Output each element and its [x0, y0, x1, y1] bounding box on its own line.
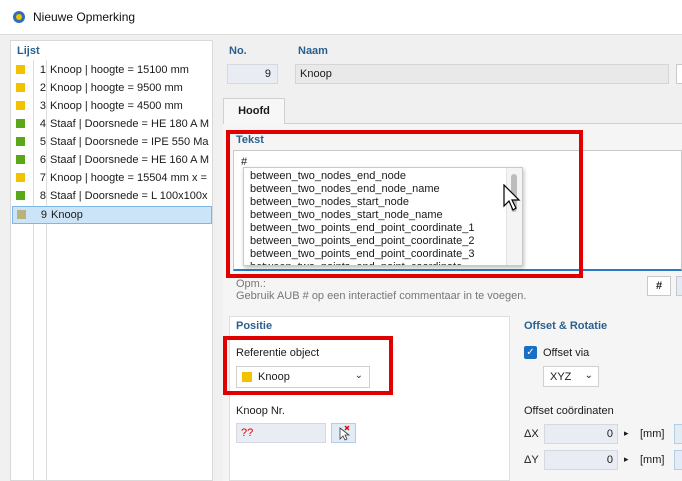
referentie-value: Knoop — [258, 371, 290, 383]
list-item-number: 5 — [39, 136, 46, 148]
referentie-object-select[interactable]: Knoop ⌄ — [236, 366, 370, 388]
autocomplete-item[interactable]: between_two_nodes_end_node_name — [250, 183, 440, 195]
no-label: No. — [229, 45, 247, 57]
chevron-down-icon: ⌄ — [584, 370, 593, 381]
list-item-label: Knoop | hoogte = 4500 mm — [50, 100, 183, 112]
tekst-label: Tekst — [236, 134, 264, 146]
no-field[interactable]: 9 — [227, 64, 278, 84]
referentie-label: Referentie object — [236, 347, 320, 359]
coord-value: 0 — [606, 454, 613, 466]
offset-via-label: Offset via — [543, 347, 590, 359]
offset-coord-row: ΔX 0 ▸ [mm] — [524, 424, 682, 444]
list-item-label: Knoop | hoogte = 9500 mm — [50, 82, 183, 94]
spin-right-icon[interactable]: ▸ — [624, 454, 629, 465]
list-item-number: 1 — [39, 64, 46, 76]
list-item-number: 4 — [39, 118, 46, 130]
pick-cursor-icon — [339, 425, 351, 441]
naam-field[interactable]: Knoop — [295, 64, 669, 84]
positie-panel — [229, 316, 510, 481]
coord-extra-button[interactable] — [674, 450, 682, 470]
list-item-number: 3 — [39, 100, 46, 112]
list-item[interactable]: 4 Staaf | Doorsnede = HE 180 A M — [12, 116, 212, 134]
list-item-label: Staaf | Doorsnede = IPE 550 Ma — [50, 136, 209, 148]
naam-extra-button[interactable] — [676, 64, 682, 84]
color-swatch — [16, 137, 25, 146]
coord-field[interactable]: 0 — [544, 424, 618, 444]
color-swatch — [16, 65, 25, 74]
list-item-number: 8 — [39, 190, 46, 202]
offset-via-select[interactable]: XYZ ⌄ — [543, 366, 599, 387]
knoop-nr-field[interactable]: ?? — [236, 423, 326, 443]
list-item-label: Staaf | Doorsnede = L 100x100x — [50, 190, 208, 202]
coord-label: ΔX — [524, 428, 539, 440]
autocomplete-list[interactable]: between_two_nodes_end_node between_two_no… — [243, 167, 523, 266]
knoop-nr-label: Knoop Nr. — [236, 405, 285, 417]
autocomplete-item[interactable]: between_two_points_end_point_coordinate_… — [250, 248, 474, 260]
offset-coord-row: ΔY 0 ▸ [mm] — [524, 450, 682, 470]
offset-coords-label: Offset coördinaten — [524, 405, 614, 417]
coord-field[interactable]: 0 — [544, 450, 618, 470]
autocomplete-item[interactable]: between_two_points_end_point_coordinate_… — [250, 235, 474, 247]
spin-right-icon[interactable]: ▸ — [624, 428, 629, 439]
positie-header: Positie — [236, 320, 273, 332]
offset-via-value: XYZ — [550, 371, 572, 383]
autocomplete-item[interactable]: between_two_points_end_point_coordinate_… — [250, 222, 474, 234]
list-item[interactable]: 5 Staaf | Doorsnede = IPE 550 Ma — [12, 134, 212, 152]
coord-extra-button[interactable] — [674, 424, 682, 444]
insert-hash-button[interactable]: # — [647, 276, 671, 296]
color-swatch — [16, 119, 25, 128]
color-swatch — [17, 210, 26, 219]
autocomplete-scrollbar[interactable] — [506, 168, 522, 265]
list-item-label: Staaf | Doorsnede = HE 160 A M — [50, 154, 210, 166]
list-item[interactable]: 3 Knoop | hoogte = 4500 mm — [12, 98, 212, 116]
autocomplete-item[interactable]: between_two_nodes_start_node_name — [250, 209, 443, 221]
list-item[interactable]: 2 Knoop | hoogte = 9500 mm — [12, 80, 212, 98]
list-item-number: 7 — [39, 172, 46, 184]
list-item-label: Knoop | hoogte = 15504 mm x = — [50, 172, 207, 184]
list-item[interactable]: 8 Staaf | Doorsnede = L 100x100x — [12, 188, 212, 206]
opm-text: Gebruik AUB # op een interactief comment… — [236, 290, 527, 302]
list-item-number: 9 — [40, 209, 47, 221]
list-item-number: 6 — [39, 154, 46, 166]
tab-hoofd[interactable]: Hoofd — [223, 98, 285, 124]
list-item[interactable]: 9 Knoop — [12, 206, 212, 224]
color-swatch — [242, 372, 252, 382]
list-item-number: 2 — [39, 82, 46, 94]
pick-node-button[interactable] — [331, 423, 356, 443]
color-swatch — [16, 191, 25, 200]
autocomplete-item[interactable]: between_two_nodes_end_node — [250, 170, 406, 182]
autocomplete-item[interactable]: between_two_nodes_start_node — [250, 196, 409, 208]
offset-header: Offset & Rotatie — [524, 320, 608, 332]
coord-unit: [mm] — [640, 428, 665, 440]
window-title: Nieuwe Opmerking — [33, 10, 136, 24]
color-swatch — [16, 173, 25, 182]
list-header: Lijst — [17, 45, 40, 57]
list-item[interactable]: 6 Staaf | Doorsnede = HE 160 A M — [12, 152, 212, 170]
color-swatch — [16, 83, 25, 92]
list-item-label: Staaf | Doorsnede = HE 180 A M — [50, 118, 210, 130]
list-item[interactable]: 7 Knoop | hoogte = 15504 mm x = — [12, 170, 212, 188]
app-icon — [13, 11, 25, 23]
list-item[interactable]: 1 Knoop | hoogte = 15100 mm — [12, 62, 212, 80]
opm-label: Opm.: — [236, 278, 266, 290]
coord-value: 0 — [606, 428, 613, 440]
color-swatch — [16, 155, 25, 164]
chevron-down-icon: ⌄ — [354, 370, 363, 381]
extra-button[interactable] — [676, 276, 682, 296]
coord-label: ΔY — [524, 454, 539, 466]
autocomplete-item[interactable]: between_two_points_end_point_coordinate — [250, 261, 462, 265]
list-item-label: Knoop — [51, 209, 83, 221]
color-swatch — [16, 101, 25, 110]
list-item-label: Knoop | hoogte = 15100 mm — [50, 64, 189, 76]
mouse-cursor-icon — [503, 184, 521, 211]
offset-via-checkbox[interactable]: ✓ — [524, 346, 537, 359]
coord-unit: [mm] — [640, 454, 665, 466]
naam-label: Naam — [298, 45, 328, 57]
